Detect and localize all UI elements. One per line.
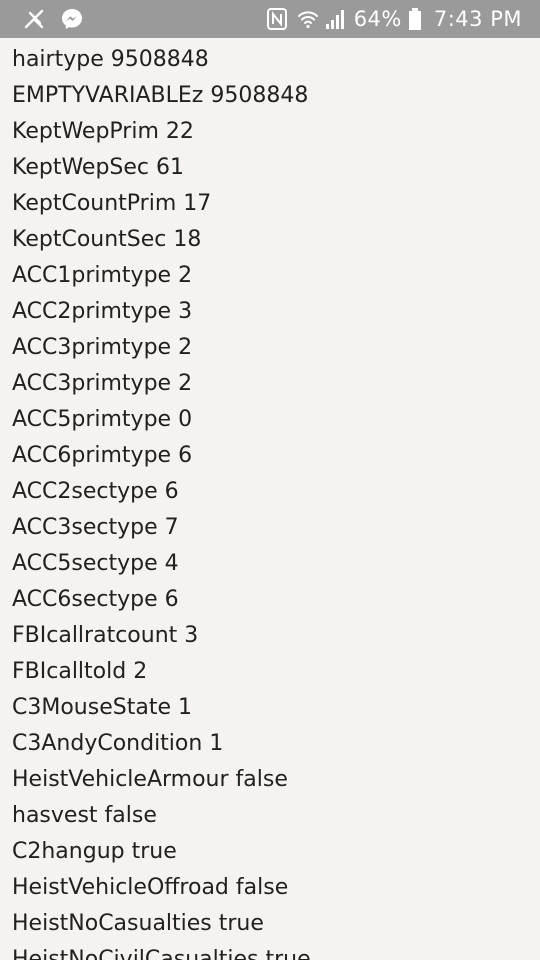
list-item: ACC3primtype 2 [12,335,193,360]
battery-percent: 64% [353,7,402,31]
list-item: ACC2primtype 3 [12,299,193,324]
list-item: C3MouseState 1 [12,695,192,720]
messenger-icon [60,7,84,31]
list-item: ACC5primtype 0 [12,407,193,432]
list-item: C3AndyCondition 1 [12,731,224,756]
list-item: ACC3primtype 2 [12,371,193,396]
status-bar-time: 7:43 PM [433,7,522,31]
list-item: KeptWepSec 61 [12,155,185,180]
list-item: hasvest false [12,803,157,828]
status-bar-left [22,7,84,31]
antenna-icon [22,7,46,31]
list-item: HeistNoCivilCasualties true [12,947,311,960]
list-item: ACC3sectype 7 [12,515,179,540]
nfc-icon [266,7,288,31]
list-item: HeistVehicleOffroad false [12,875,289,900]
list-item: HeistNoCasualties true [12,911,264,936]
list-item: ACC1primtype 2 [12,263,193,288]
list-item: ACC2sectype 6 [12,479,179,504]
list-item: EMPTYVARIABLEz 9508848 [12,83,309,108]
list-item: KeptCountSec 18 [12,227,202,252]
list-item: ACC6primtype 6 [12,443,193,468]
status-bar: 64% 7:43 PM [0,0,540,38]
list-item: C2hangup true [12,839,177,864]
list-item: ACC6sectype 6 [12,587,179,612]
status-bar-right: 64% 7:43 PM [266,5,522,33]
list-item: FBIcallratcount 3 [12,623,199,648]
text-content: hairtype 9508848 EMPTYVARIABLEz 9508848 … [0,38,540,960]
signal-icon [324,7,346,31]
battery-icon [408,7,422,31]
list-item: HeistVehicleArmour false [12,767,288,792]
list-item: ACC5sectype 4 [12,551,179,576]
list-item: KeptWepPrim 22 [12,119,194,144]
list-item: FBIcalltold 2 [12,659,148,684]
wifi-icon [296,7,320,31]
list-item: KeptCountPrim 17 [12,191,212,216]
list-item: hairtype 9508848 [12,47,209,72]
